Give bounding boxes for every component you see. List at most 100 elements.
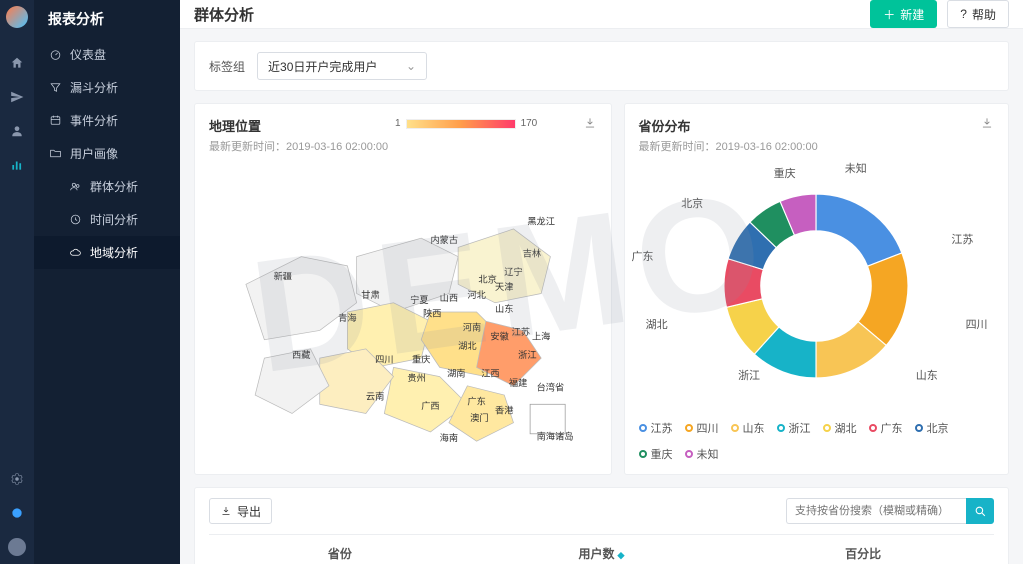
sidebar: 报表分析 仪表盘 漏斗分析 事件分析 用户画像 群体分析 时间分析 地域分析	[34, 0, 180, 564]
th-province[interactable]: 省份	[209, 535, 471, 564]
select-value: 近30日开户完成用户	[268, 58, 377, 75]
svg-text:河北: 河北	[467, 289, 485, 300]
cloud-icon	[68, 246, 82, 260]
download-icon[interactable]	[980, 116, 994, 133]
donut-svg	[701, 171, 931, 401]
th-percent[interactable]: 百分比	[732, 535, 994, 564]
svg-text:浙江: 浙江	[518, 349, 536, 360]
nav-home-icon[interactable]	[0, 46, 34, 80]
new-button[interactable]: ＋ 新建	[870, 0, 937, 28]
svg-text:云南: 云南	[366, 391, 384, 402]
svg-text:澳门: 澳门	[470, 412, 488, 423]
scale-max: 170	[521, 118, 538, 129]
geo-panel-updated: 最新更新时间：2019-03-16 02:00:00	[209, 138, 388, 154]
sort-icon: ◆	[618, 550, 625, 560]
svg-text:吉林: 吉林	[523, 248, 541, 259]
sidebar-sub-region[interactable]: 地域分析	[34, 236, 180, 269]
svg-text:四川: 四川	[375, 355, 393, 365]
new-button-label: 新建	[900, 6, 924, 23]
download-icon	[220, 505, 232, 517]
svg-text:陕西: 陕西	[423, 308, 441, 319]
sidebar-item-dashboard[interactable]: 仪表盘	[34, 38, 180, 71]
filter-bar: 标签组 近30日开户完成用户 ⌄	[194, 41, 1009, 91]
donut-label: 四川	[966, 316, 988, 332]
nav-analytics-icon[interactable]	[0, 148, 34, 182]
svg-text:山东: 山东	[495, 303, 513, 314]
chevron-down-icon: ⌄	[406, 59, 416, 73]
sidebar-item-label: 仪表盘	[70, 46, 106, 63]
gauge-icon	[48, 48, 62, 62]
svg-text:广东: 广东	[467, 395, 485, 406]
topbar: 群体分析 ＋ 新建 ? 帮助	[180, 0, 1023, 29]
svg-text:南海诸岛: 南海诸岛	[537, 430, 574, 441]
svg-text:北京: 北京	[478, 273, 496, 284]
svg-text:黑龙江: 黑龙江	[527, 215, 555, 226]
color-scale: 1 170	[395, 118, 537, 129]
nav-settings-icon[interactable]	[0, 462, 34, 496]
svg-text:广西: 广西	[421, 400, 439, 411]
nav-user-icon[interactable]	[0, 114, 34, 148]
map-svg: 黑龙江 内蒙古 吉林 新疆 辽宁 北京 天津 甘肃 山西 宁夏 河北 山东 陕西…	[209, 162, 597, 462]
svg-text:海南: 海南	[440, 432, 458, 443]
app-logo	[6, 6, 28, 28]
svg-text:内蒙古: 内蒙古	[430, 234, 458, 245]
donut-label: 广东	[631, 248, 653, 264]
svg-text:辽宁: 辽宁	[504, 266, 522, 277]
folder-icon	[48, 147, 62, 161]
svg-text:江西: 江西	[481, 369, 499, 379]
svg-text:台湾省: 台湾省	[537, 381, 565, 392]
nav-avatar[interactable]	[0, 530, 34, 564]
sidebar-item-label: 漏斗分析	[70, 79, 118, 96]
nav-chat-icon[interactable]	[0, 496, 34, 530]
svg-text:福建: 福建	[509, 377, 527, 388]
help-button[interactable]: ? 帮助	[947, 0, 1009, 28]
export-label: 导出	[237, 503, 261, 520]
export-button[interactable]: 导出	[209, 498, 272, 524]
sidebar-sub-group[interactable]: 群体分析	[34, 170, 180, 203]
sidebar-item-label: 地域分析	[90, 244, 138, 261]
legend-item[interactable]: 山东	[731, 420, 765, 436]
nav-icon-strip	[0, 0, 34, 564]
dist-panel-title: 省份分布	[639, 116, 818, 135]
help-icon: ?	[960, 7, 967, 21]
tag-group-select[interactable]: 近30日开户完成用户 ⌄	[257, 52, 427, 80]
page-title: 群体分析	[194, 4, 254, 25]
svg-text:重庆: 重庆	[412, 354, 430, 365]
legend-item[interactable]: 重庆	[639, 446, 673, 462]
donut-label: 北京	[681, 195, 703, 211]
legend-item[interactable]: 广东	[869, 420, 903, 436]
donut-label: 未知	[845, 160, 867, 176]
th-users[interactable]: 用户数◆	[471, 535, 733, 564]
legend-item[interactable]: 四川	[685, 420, 719, 436]
donut-label: 湖北	[646, 316, 668, 332]
group-icon	[68, 180, 82, 194]
search-button[interactable]	[966, 498, 994, 524]
help-button-label: 帮助	[972, 6, 996, 23]
legend-item[interactable]: 未知	[685, 446, 719, 462]
legend-item[interactable]: 江苏	[639, 420, 673, 436]
svg-text:河南: 河南	[463, 321, 481, 332]
nav-send-icon[interactable]	[0, 80, 34, 114]
sidebar-item-event[interactable]: 事件分析	[34, 104, 180, 137]
donut-label: 江苏	[951, 231, 973, 247]
china-map: 黑龙江 内蒙古 吉林 新疆 辽宁 北京 天津 甘肃 山西 宁夏 河北 山东 陕西…	[209, 162, 597, 462]
event-icon	[48, 114, 62, 128]
search-input[interactable]	[786, 498, 966, 524]
legend-item[interactable]: 湖北	[823, 420, 857, 436]
sidebar-item-label: 群体分析	[90, 178, 138, 195]
sidebar-sub-time[interactable]: 时间分析	[34, 203, 180, 236]
sidebar-item-funnel[interactable]: 漏斗分析	[34, 71, 180, 104]
legend-item[interactable]: 浙江	[777, 420, 811, 436]
svg-text:新疆: 新疆	[274, 271, 292, 282]
legend: 江苏四川山东浙江湖北广东北京重庆未知	[639, 412, 994, 462]
download-icon[interactable]	[583, 116, 597, 133]
sidebar-item-label: 时间分析	[90, 211, 138, 228]
svg-text:西藏: 西藏	[292, 349, 310, 360]
sidebar-item-portrait[interactable]: 用户画像	[34, 137, 180, 170]
dist-panel-updated: 最新更新时间：2019-03-16 02:00:00	[639, 138, 818, 154]
main-content: 群体分析 ＋ 新建 ? 帮助 标签组 近30日开户完成用户 ⌄	[180, 0, 1023, 564]
svg-text:安徽: 安徽	[490, 331, 508, 342]
legend-item[interactable]: 北京	[915, 420, 949, 436]
sidebar-title: 报表分析	[34, 0, 180, 38]
sidebar-item-label: 用户画像	[70, 145, 118, 162]
